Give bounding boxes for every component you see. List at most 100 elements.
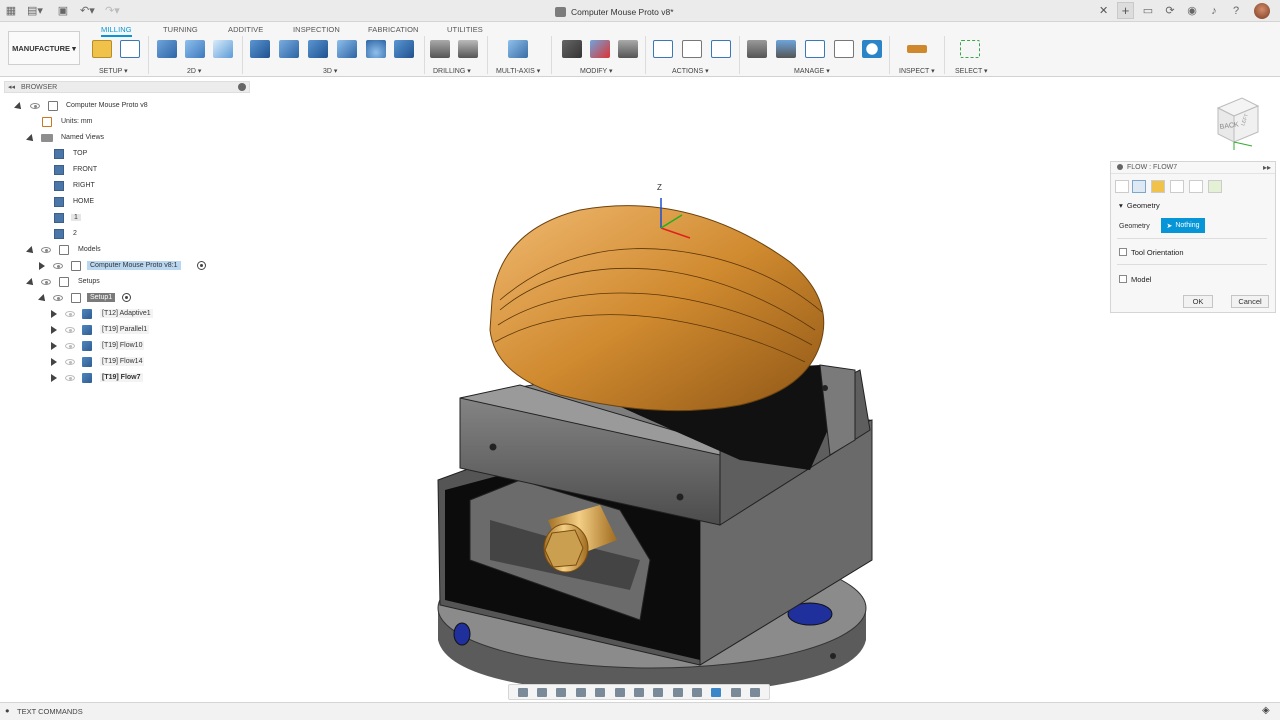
visibility-eye-icon[interactable]	[30, 103, 40, 109]
folder-icon	[41, 134, 53, 142]
stock-icon[interactable]	[750, 687, 761, 697]
visibility-eye-icon[interactable]	[65, 343, 75, 349]
camera-icon[interactable]	[730, 687, 741, 697]
tree-root[interactable]: Computer Mouse Proto v8	[12, 99, 212, 113]
tab-tool-icon[interactable]	[1115, 180, 1129, 193]
look-at-icon[interactable]	[537, 687, 548, 697]
viewports-icon[interactable]	[653, 687, 664, 697]
expand-triangle-icon[interactable]	[51, 326, 57, 334]
browser-title: BROWSER	[21, 83, 58, 91]
named-view-icon	[54, 213, 64, 223]
tab-linking-icon[interactable]	[1189, 180, 1203, 193]
expand-triangle-icon[interactable]	[51, 310, 57, 318]
model-checkbox[interactable]	[1119, 275, 1127, 283]
activate-target-icon[interactable]	[197, 261, 206, 270]
view-item-home[interactable]: HOME	[12, 195, 212, 209]
tab-heights-icon[interactable]	[1151, 180, 1165, 193]
flow-toolpath-icon	[82, 357, 92, 367]
pan-icon[interactable]	[556, 687, 567, 697]
view-item-1[interactable]: 1	[12, 211, 212, 225]
expand-triangle-icon[interactable]	[26, 134, 36, 144]
view-item-right[interactable]: RIGHT	[12, 179, 212, 193]
tree-models[interactable]: Models	[12, 243, 212, 257]
operation-item[interactable]: [T19] Flow10	[12, 339, 212, 353]
expand-triangle-icon[interactable]	[51, 342, 57, 350]
flow-toolpath-icon	[82, 373, 92, 383]
expand-triangle-icon[interactable]	[14, 102, 24, 112]
collapse-browser-icon[interactable]: ◂◂	[8, 83, 15, 91]
status-bar: ● TEXT COMMANDS ◈	[0, 702, 1280, 720]
operation-item[interactable]: [T12] Adaptive1	[12, 307, 212, 321]
tab-additional-icon[interactable]	[1208, 180, 1222, 193]
operation-item[interactable]: [T19] Flow14	[12, 355, 212, 369]
geometry-field-label: Geometry	[1119, 223, 1150, 230]
cursor-icon: ➤	[1166, 222, 1173, 230]
geometry-section-header[interactable]: ▾ Geometry	[1119, 201, 1160, 210]
adaptive-toolpath-icon	[82, 309, 92, 319]
view-label: FRONT	[73, 166, 98, 173]
expand-triangle-icon[interactable]	[26, 278, 36, 288]
ok-button[interactable]: OK	[1183, 295, 1213, 308]
model-label: Model	[1131, 275, 1152, 284]
expand-triangle-icon[interactable]	[26, 246, 36, 256]
visibility-eye-icon[interactable]	[65, 375, 75, 381]
parallel-toolpath-icon	[82, 325, 92, 335]
section-icon[interactable]	[672, 687, 683, 697]
display-settings-icon[interactable]	[614, 687, 625, 697]
expand-triangle-icon[interactable]	[51, 374, 57, 382]
setups-label: Setups	[78, 278, 100, 285]
expand-triangle-icon[interactable]	[51, 358, 57, 366]
tree-named-views[interactable]: Named Views	[12, 131, 212, 145]
zoom-icon[interactable]	[575, 687, 586, 697]
divider	[1117, 264, 1267, 265]
models-label: Models	[78, 246, 101, 253]
view-cube[interactable]: BACK LEFT	[1208, 92, 1264, 152]
visibility-eye-icon[interactable]	[53, 295, 63, 301]
visibility-eye-icon[interactable]	[41, 279, 51, 285]
text-commands-toggle-icon[interactable]: ●	[5, 706, 10, 715]
expand-triangle-icon[interactable]	[39, 262, 45, 270]
operation-item[interactable]: [T19] Flow7	[12, 371, 212, 385]
view-item-2[interactable]: 2	[12, 227, 212, 241]
divider	[1117, 238, 1267, 239]
mouse-part	[489, 205, 825, 412]
view-item-top[interactable]: TOP	[12, 147, 212, 161]
document-settings-icon	[42, 117, 52, 127]
text-commands-label[interactable]: TEXT COMMANDS	[17, 707, 83, 716]
operation-label: [T19] Parallel1	[100, 325, 150, 334]
named-view-icon	[54, 197, 64, 207]
tab-passes-icon[interactable]	[1170, 180, 1184, 193]
fit-icon[interactable]	[595, 687, 606, 697]
visibility-eye-icon[interactable]	[65, 311, 75, 317]
operation-label: [T12] Adaptive1	[100, 309, 153, 318]
tool-orientation-checkbox[interactable]	[1119, 248, 1127, 256]
tree-setup-item[interactable]: Setup1	[12, 291, 212, 305]
settings-icon[interactable]: ◈	[1262, 705, 1270, 716]
setups-folder-icon	[59, 277, 69, 287]
browser-header: ◂◂ BROWSER	[4, 81, 250, 93]
geometry-select-button[interactable]: ➤ Nothing	[1161, 218, 1205, 233]
view-item-front[interactable]: FRONT	[12, 163, 212, 177]
operation-item[interactable]: [T19] Parallel1	[12, 323, 212, 337]
visibility-eye-icon[interactable]	[65, 359, 75, 365]
visibility-eye-icon[interactable]	[41, 247, 51, 253]
orbit-icon[interactable]	[517, 687, 528, 697]
tree-setups[interactable]: Setups	[12, 275, 212, 289]
activate-target-icon[interactable]	[122, 293, 131, 302]
expand-triangle-icon[interactable]	[38, 294, 48, 304]
z-axis-label: Z	[657, 183, 662, 192]
tree-model-item[interactable]: Computer Mouse Proto v8:1	[12, 259, 212, 273]
tree-units[interactable]: Units: mm	[12, 115, 212, 129]
grid-icon[interactable]	[633, 687, 644, 697]
visibility-eye-icon[interactable]	[53, 263, 63, 269]
appearance-icon[interactable]	[711, 687, 722, 697]
setup-icon	[71, 293, 81, 303]
expand-dialog-icon[interactable]: ▸▸	[1263, 163, 1271, 172]
visibility-eye-icon[interactable]	[65, 327, 75, 333]
tab-geometry-icon[interactable]	[1132, 180, 1146, 193]
named-view-icon	[54, 229, 64, 239]
dialog-header: FLOW : FLOW7 ▸▸	[1111, 162, 1275, 174]
cancel-button[interactable]: Cancel	[1231, 295, 1269, 308]
refresh-icon[interactable]	[692, 687, 703, 697]
browser-options-icon[interactable]	[238, 83, 246, 91]
